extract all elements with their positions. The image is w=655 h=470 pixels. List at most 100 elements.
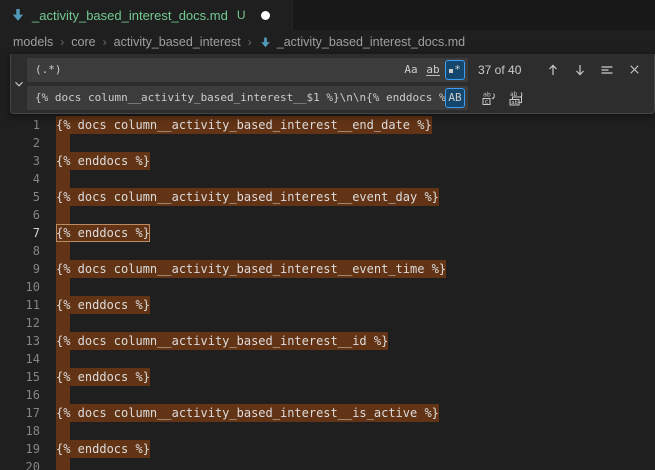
line-number: 18 <box>0 422 40 440</box>
toggle-replace-button[interactable] <box>11 54 27 113</box>
find-match: {% docs column__activity_based_interest_… <box>56 116 432 134</box>
code-line[interactable]: 6 <box>0 206 655 224</box>
code-line-current-match[interactable]: 7 {% enddocs %} <box>0 224 655 242</box>
line-number: 10 <box>0 278 40 296</box>
line-number: 17 <box>0 404 40 422</box>
code-line[interactable]: 20 <box>0 458 655 470</box>
arrow-down-icon <box>572 62 588 78</box>
find-match-empty <box>56 206 70 224</box>
find-match: {% docs column__activity_based_interest_… <box>56 404 439 422</box>
line-number: 7 <box>0 224 40 242</box>
find-in-selection-button[interactable] <box>596 59 618 81</box>
code-line[interactable]: 19 {% enddocs %} <box>0 440 655 458</box>
find-toggles: Aa ab * <box>401 60 465 80</box>
markdown-file-icon <box>259 36 272 49</box>
line-number: 4 <box>0 170 40 188</box>
line-number: 16 <box>0 386 40 404</box>
code-line[interactable]: 15 {% enddocs %} <box>0 368 655 386</box>
find-match-empty <box>56 386 70 404</box>
code-line[interactable]: 1 {% docs column__activity_based_interest… <box>0 116 655 134</box>
replace-icon: ab c <box>481 90 497 106</box>
tab-bar: _activity_based_interest_docs.md U <box>0 0 655 30</box>
code-line[interactable]: 3 {% enddocs %} <box>0 152 655 170</box>
replace-actions: ab c ab <box>478 87 532 109</box>
code-line[interactable]: 9{% docs column__activity_based_interest… <box>0 260 655 278</box>
code-line[interactable]: 14 <box>0 350 655 368</box>
breadcrumb-item-activity-based-interest[interactable]: activity_based_interest <box>114 35 241 49</box>
code-line[interactable]: 13 {% docs column__activity_based_interes… <box>0 332 655 350</box>
replace-input-value: {% docs column__activity_based_interest_… <box>35 91 445 104</box>
line-number: 3 <box>0 152 40 170</box>
replace-row: {% docs column__activity_based_interest_… <box>27 86 650 110</box>
find-match-empty <box>56 314 70 332</box>
line-number: 8 <box>0 242 40 260</box>
find-match-empty <box>56 422 70 440</box>
regex-icon: * <box>449 63 461 76</box>
match-count: 37 of 40 <box>478 63 530 77</box>
whole-word-label: ab <box>426 64 439 76</box>
find-match: {% enddocs %} <box>56 440 150 458</box>
code-line[interactable]: 18 <box>0 422 655 440</box>
line-number: 20 <box>0 458 40 470</box>
find-input[interactable]: (.*) Aa ab * <box>27 58 468 82</box>
find-input-value: (.*) <box>35 63 401 76</box>
code-line[interactable]: 4 <box>0 170 655 188</box>
find-match: {% docs column__activity_based_interest_… <box>56 188 439 206</box>
find-match: {% docs column__activity_based_interest_… <box>56 260 446 278</box>
next-match-button[interactable] <box>569 59 591 81</box>
breadcrumb-item-core[interactable]: core <box>71 35 95 49</box>
editor: (.*) Aa ab * 37 of 40 <box>0 54 655 470</box>
replace-button[interactable]: ab c <box>478 87 500 109</box>
code-line[interactable]: 16 <box>0 386 655 404</box>
code-line[interactable]: 12 <box>0 314 655 332</box>
code-line[interactable]: 5 {% docs column__activity_based_interest… <box>0 188 655 206</box>
code-line[interactable]: 10 <box>0 278 655 296</box>
replace-input[interactable]: {% docs column__activity_based_interest_… <box>27 86 468 110</box>
find-match-current: {% enddocs %} <box>56 224 150 242</box>
close-find-widget-button[interactable] <box>623 59 645 81</box>
find-match-empty <box>56 134 70 152</box>
breadcrumb: models › core › activity_based_interest … <box>0 30 655 54</box>
code-line[interactable]: 2 <box>0 134 655 152</box>
line-number: 5 <box>0 188 40 206</box>
tab-active-file[interactable]: _activity_based_interest_docs.md U <box>0 0 293 30</box>
whole-word-button[interactable]: ab <box>423 60 443 80</box>
breadcrumb-item-file[interactable]: _activity_based_interest_docs.md <box>259 35 465 49</box>
line-number: 15 <box>0 368 40 386</box>
find-replace-widget: (.*) Aa ab * 37 of 40 <box>10 54 655 114</box>
breadcrumb-separator: › <box>60 35 64 49</box>
find-match-empty <box>56 350 70 368</box>
find-match: {% enddocs %} <box>56 368 150 386</box>
breadcrumb-separator: › <box>248 35 252 49</box>
code-line[interactable]: 8 <box>0 242 655 260</box>
preserve-case-button[interactable]: AB <box>445 88 465 108</box>
line-number: 2 <box>0 134 40 152</box>
vscode-window: _activity_based_interest_docs.md U model… <box>0 0 655 470</box>
find-match: {% enddocs %} <box>56 152 150 170</box>
git-untracked-badge: U <box>237 8 246 22</box>
code-line[interactable]: 17 {% docs column__activity_based_interes… <box>0 404 655 422</box>
code-area: 1 {% docs column__activity_based_interest… <box>0 54 655 470</box>
chevron-down-icon <box>12 77 26 91</box>
previous-match-button[interactable] <box>542 59 564 81</box>
find-in-selection-icon <box>599 62 615 78</box>
find-row: (.*) Aa ab * 37 of 40 <box>27 58 650 82</box>
line-number: 1 <box>0 116 40 134</box>
find-match: {% docs column__activity_based_interest_… <box>56 332 388 350</box>
find-match-empty <box>56 242 70 260</box>
code-line[interactable]: 11{% enddocs %} <box>0 296 655 314</box>
svg-text:ab: ab <box>511 100 518 106</box>
line-number: 11 <box>0 296 40 314</box>
unsaved-changes-dot[interactable] <box>261 11 270 20</box>
replace-all-icon: ab ab <box>508 90 524 106</box>
line-number: 19 <box>0 440 40 458</box>
line-number: 13 <box>0 332 40 350</box>
match-case-button[interactable]: Aa <box>401 60 421 80</box>
breadcrumb-item-models[interactable]: models <box>13 35 53 49</box>
replace-toggles: AB <box>445 88 465 108</box>
replace-all-button[interactable]: ab ab <box>505 87 527 109</box>
tab-filename: _activity_based_interest_docs.md <box>32 8 228 23</box>
use-regex-button[interactable]: * <box>445 60 465 80</box>
markdown-file-icon <box>10 7 26 23</box>
breadcrumb-filename: _activity_based_interest_docs.md <box>277 35 465 49</box>
